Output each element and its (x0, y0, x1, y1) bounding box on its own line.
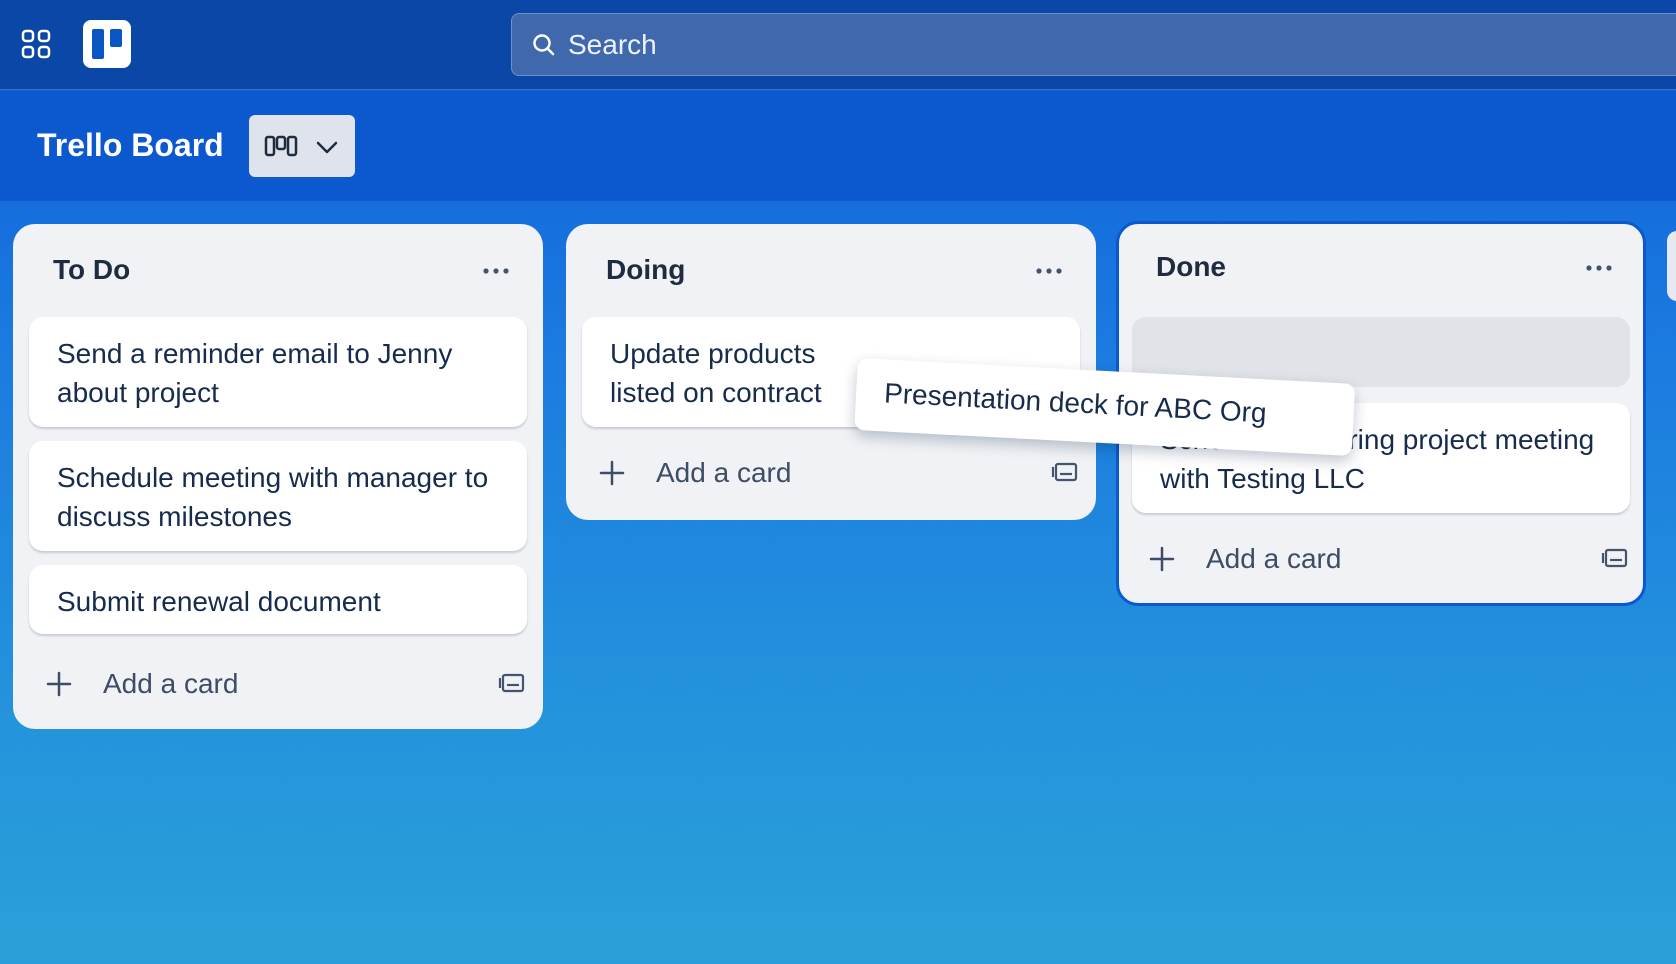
card-template-icon[interactable] (1051, 458, 1079, 486)
list-title[interactable]: To Do (53, 254, 130, 286)
more-options-icon[interactable] (1035, 267, 1063, 275)
card[interactable]: Submit renewal document (29, 565, 527, 634)
list-to-do: To Do Send a reminder email to Jenny abo… (13, 224, 543, 729)
grid-apps-icon[interactable] (21, 29, 51, 59)
list-title[interactable]: Done (1156, 251, 1226, 283)
board-view-icon (264, 135, 298, 157)
trello-logo[interactable] (83, 20, 131, 68)
search-placeholder: Search (568, 29, 657, 60)
board-header: Trello Board (0, 91, 1676, 201)
chevron-down-icon (316, 141, 338, 154)
add-card-label: Add a card (103, 668, 239, 699)
add-card-label: Add a card (1206, 543, 1342, 574)
search-input[interactable]: Search (511, 13, 1676, 76)
view-switcher-button[interactable] (249, 115, 355, 177)
list-title[interactable]: Doing (606, 254, 685, 286)
add-card-button[interactable]: Add a card (1148, 539, 1628, 579)
add-card-button[interactable]: Add a card (598, 453, 1078, 493)
more-options-icon[interactable] (1585, 264, 1613, 272)
add-card-button[interactable]: Add a card (45, 664, 525, 704)
board-title[interactable]: Trello Board (37, 127, 224, 164)
plus-icon (1149, 546, 1175, 572)
card[interactable]: Send a reminder email to Jenny about pro… (29, 317, 527, 427)
plus-icon (599, 460, 625, 486)
top-navigation: Search (0, 0, 1676, 90)
card-template-icon[interactable] (498, 669, 526, 697)
list-partial (1667, 231, 1676, 301)
plus-icon (46, 671, 72, 697)
search-icon (533, 34, 555, 56)
more-options-icon[interactable] (482, 267, 510, 275)
add-card-label: Add a card (656, 457, 792, 488)
card[interactable]: Schedule meeting with manager to discuss… (29, 441, 527, 551)
card-template-icon[interactable] (1601, 544, 1629, 572)
